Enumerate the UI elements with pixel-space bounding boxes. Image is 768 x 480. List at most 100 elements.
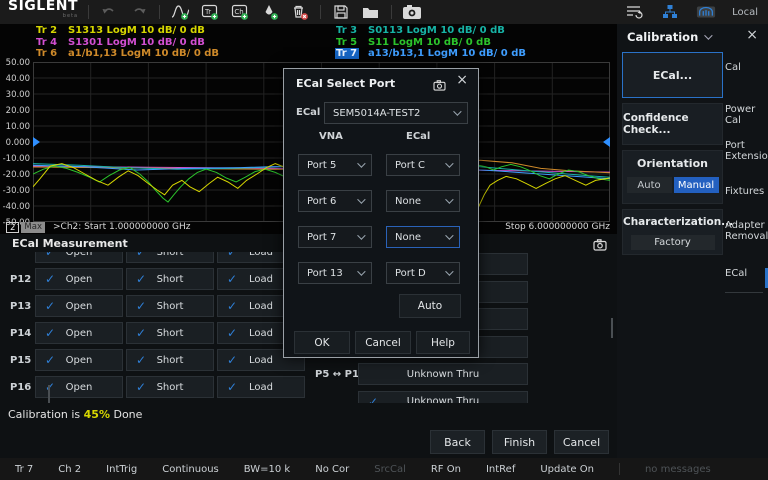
redo-icon[interactable]	[129, 3, 149, 21]
check-icon: ✓	[227, 272, 237, 286]
cal-standard-label: Unknown Thru	[407, 396, 480, 403]
trace-description: S0113 LogM 10 dB/ 0 dB	[368, 25, 505, 36]
add-channel-icon[interactable]: Ch	[230, 3, 250, 21]
trace-id[interactable]: Tr 6	[35, 48, 59, 59]
status-item-no-cor[interactable]: No Cor	[315, 464, 349, 475]
trace-id[interactable]: Tr 7	[335, 48, 359, 59]
cal-standard-button-open[interactable]: ✓Open	[35, 349, 123, 371]
remote-bridge-icon[interactable]	[696, 3, 716, 21]
vna-port-select-port-7[interactable]: Port 7	[298, 226, 372, 248]
cal-standard-button-short[interactable]: ✓Short	[126, 376, 214, 398]
status-item-intref[interactable]: IntRef	[486, 464, 515, 475]
open-folder-icon[interactable]	[361, 3, 381, 21]
sidebar-tab-port-extension[interactable]: Port Extension	[725, 140, 765, 162]
finish-button[interactable]: Finish	[492, 430, 547, 454]
ecal-port-select-port-7[interactable]: None	[386, 226, 460, 248]
cal-standard-button-short[interactable]: ✓Short	[126, 322, 214, 344]
table-scrollbar-left[interactable]	[48, 385, 50, 403]
ecal-button[interactable]: ECal...	[622, 52, 723, 98]
select-value: Port D	[395, 268, 426, 279]
chevron-down-icon	[453, 107, 461, 115]
table-scrollbar-right[interactable]	[611, 318, 613, 338]
trace-info-tr-5[interactable]: Tr 5S11 LogM 10 dB/ 0 dB	[335, 37, 615, 49]
ecal-port-select-port-13[interactable]: Port D	[386, 262, 460, 284]
cal-standard-button-load[interactable]: ✓Load	[217, 376, 305, 398]
sidebar-tab-ecal[interactable]: ECal	[725, 268, 765, 279]
add-measurement-icon[interactable]	[170, 3, 190, 21]
status-item-tr-7[interactable]: Tr 7	[15, 464, 33, 475]
cal-standard-button-short[interactable]: ✓Short	[126, 295, 214, 317]
sidebar-title[interactable]: Calibration	[627, 30, 710, 44]
local-mode-label[interactable]: Local	[732, 7, 760, 18]
cal-standard-button-open[interactable]: ✓Open	[35, 268, 123, 290]
auto-button[interactable]: Auto	[399, 294, 461, 318]
trace-info-tr-2[interactable]: Tr 2S1313 LogM 10 dB/ 0 dB	[35, 25, 315, 37]
camera-icon[interactable]	[433, 76, 446, 95]
sidebar-tab-cal[interactable]: Cal	[725, 62, 765, 73]
status-item-inttrig[interactable]: IntTrig	[106, 464, 137, 475]
status-item-continuous[interactable]: Continuous	[162, 464, 218, 475]
dialog-cancel-button[interactable]: Cancel	[355, 331, 411, 354]
cal-standard-label: Load	[249, 301, 273, 312]
delete-icon[interactable]	[290, 3, 310, 21]
cal-standard-button-unknown-thru[interactable]: Unknown Thru	[358, 363, 528, 385]
ref-level-marker-left[interactable]	[33, 137, 40, 147]
network-icon[interactable]	[660, 3, 680, 21]
close-icon[interactable]: ×	[746, 27, 758, 43]
status-bar: Tr 7 Ch 2 IntTrig Continuous BW=10 k No Cor Sr…	[0, 458, 768, 480]
status-item-bw-10-k[interactable]: BW=10 k	[244, 464, 290, 475]
trace-id[interactable]: Tr 5	[335, 37, 359, 48]
task-queue-icon[interactable]	[624, 3, 644, 21]
vna-port-select-port-13[interactable]: Port 13	[298, 262, 372, 284]
cal-standard-button-short[interactable]: ✓Short	[126, 349, 214, 371]
trace-info-tr-3[interactable]: Tr 3 S0113 LogM 10 dB/ 0 dB	[335, 25, 615, 37]
ecal-port-select-port-6[interactable]: None	[386, 190, 460, 212]
channel-badge[interactable]: 2	[6, 222, 19, 233]
orientation-manual-button[interactable]: Manual	[674, 177, 719, 193]
orientation-auto-button[interactable]: Auto	[627, 177, 672, 193]
cal-standard-button-unknown-thru[interactable]: ✓Unknown Thru	[358, 391, 528, 404]
cal-standard-button-open[interactable]: ✓Open	[35, 322, 123, 344]
save-icon[interactable]	[331, 3, 351, 21]
sidebar-tab-power-cal[interactable]: Power Cal	[725, 104, 765, 126]
cal-standard-button-open[interactable]: ✓Open	[35, 295, 123, 317]
cal-standard-button-short[interactable]: ✓Short	[126, 252, 214, 263]
check-icon: ✓	[136, 353, 146, 367]
dialog-title: ECal Select Port	[296, 77, 395, 90]
undo-icon[interactable]	[99, 3, 119, 21]
factory-button[interactable]: Factory	[631, 235, 715, 250]
trace-info-tr-6[interactable]: Tr 6a1/b1,13 LogM 10 dB/ 0 dB	[35, 48, 315, 60]
ecal-model-select[interactable]: SEM5014A-TEST2	[324, 102, 468, 124]
ref-level-marker-right[interactable]	[603, 137, 610, 147]
status-item-rf-on[interactable]: RF On	[431, 464, 461, 475]
max-badge[interactable]: Max	[21, 222, 45, 233]
back-button[interactable]: Back	[430, 430, 485, 454]
sidebar-tab-adapter-removal[interactable]: Adapter Removal	[725, 220, 765, 242]
check-icon: ✓	[136, 299, 146, 313]
trace-id[interactable]: Tr 2	[35, 25, 59, 36]
cal-standard-button-open[interactable]: ✓Open	[35, 252, 123, 263]
ok-button[interactable]: OK	[294, 331, 350, 354]
trace-info-tr-7[interactable]: Tr 7a13/b13,1 LogM 10 dB/ 0 dB	[335, 48, 615, 60]
sidebar-tab-fixtures[interactable]: Fixtures	[725, 186, 765, 197]
screenshot-icon[interactable]	[402, 3, 422, 21]
trace-id[interactable]: Tr 3	[335, 25, 359, 36]
help-button[interactable]: Help	[416, 331, 470, 354]
y-axis-tick: -20.00	[0, 170, 30, 180]
cancel-button[interactable]: Cancel	[554, 430, 609, 454]
close-icon[interactable]: ×	[456, 73, 468, 87]
status-item-update-on[interactable]: Update On	[540, 464, 594, 475]
vna-port-select-port-5[interactable]: Port 5	[298, 154, 372, 176]
status-item-srccal[interactable]: SrcCal	[374, 464, 406, 475]
confidence-check-button[interactable]: Confidence Check...	[622, 103, 723, 145]
cal-standard-button-short[interactable]: ✓Short	[126, 268, 214, 290]
status-item-ch-2[interactable]: Ch 2	[58, 464, 81, 475]
characterization-title: Characterization...	[623, 216, 722, 228]
add-marker-icon[interactable]	[260, 3, 280, 21]
check-icon: ✓	[45, 380, 55, 394]
vna-port-select-port-6[interactable]: Port 6	[298, 190, 372, 212]
ecal-port-select-port-5[interactable]: Port C	[386, 154, 460, 176]
add-trace-icon[interactable]: Tr	[200, 3, 220, 21]
trace-info-tr-4[interactable]: Tr 4S1301 LogM 10 dB/ 0 dB	[35, 37, 315, 49]
trace-id[interactable]: Tr 4	[35, 37, 59, 48]
